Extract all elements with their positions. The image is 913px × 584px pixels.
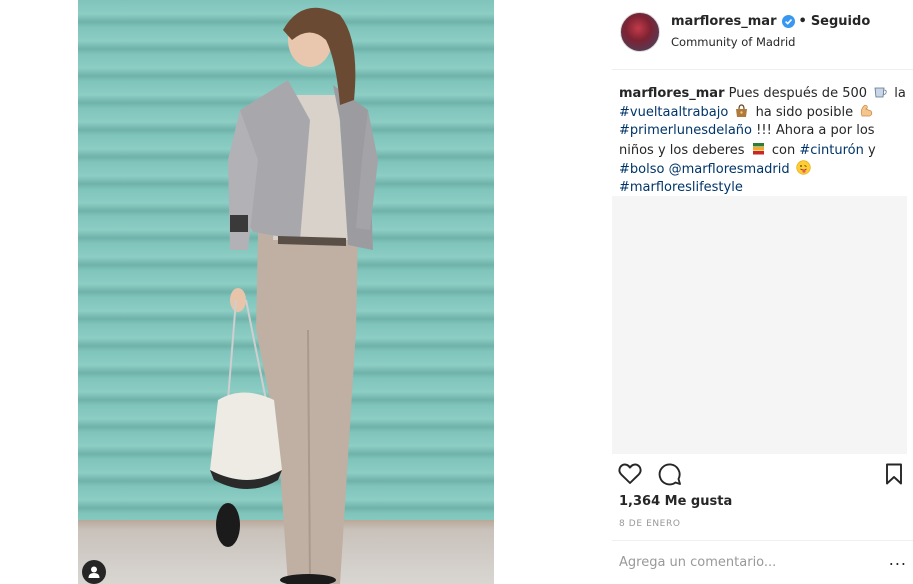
comment-bubble-icon[interactable]	[656, 460, 684, 488]
follow-status-button[interactable]: Seguido	[811, 14, 870, 29]
hashtag-link[interactable]: #bolso	[619, 162, 664, 177]
caption-text: Pues después de 500	[728, 86, 868, 101]
more-options-button[interactable]: ...	[889, 552, 907, 568]
flexed-biceps-emoji-icon	[861, 105, 873, 117]
header-user-row: marflores_mar • Seguido	[671, 14, 870, 29]
comment-bar: ...	[612, 540, 913, 584]
caption-text: con	[771, 142, 796, 158]
post-actions	[612, 458, 907, 490]
hashtag-link[interactable]: #vueltaaltrabajo	[619, 105, 728, 120]
post-header: marflores_mar • Seguido Community of Mad…	[612, 0, 913, 70]
post-caption: marflores_mar Pues después de 500 la #vu…	[619, 84, 907, 197]
header-username[interactable]: marflores_mar	[671, 14, 777, 29]
hashtag-link[interactable]: #cinturón	[799, 143, 863, 158]
caption-text: ha sido posible	[755, 105, 854, 121]
hashtag-link[interactable]: #marfloreslifestyle	[619, 180, 743, 195]
instagram-post-view: marflores_mar • Seguido Community of Mad…	[0, 0, 913, 584]
bookmark-icon[interactable]	[880, 460, 908, 488]
tongue-face-emoji-icon	[796, 160, 811, 175]
hashtag-link[interactable]: #primerlunesdelaño	[619, 123, 752, 138]
comments-area	[612, 196, 907, 454]
caption-text: la	[894, 86, 906, 101]
coffee-cup-emoji-icon	[874, 87, 887, 98]
likes-count[interactable]: 1,364 Me gusta	[619, 494, 732, 509]
comment-input[interactable]	[619, 555, 869, 570]
user-tag-icon[interactable]	[82, 560, 106, 584]
handbag-emoji-icon	[736, 104, 748, 118]
avatar[interactable]	[620, 12, 660, 52]
books-emoji-icon	[752, 142, 764, 155]
location-link[interactable]: Community of Madrid	[671, 35, 795, 49]
header-separator: •	[798, 14, 807, 29]
verified-badge-icon	[781, 15, 795, 28]
mention-link[interactable]: @marfloresmadrid	[669, 162, 790, 177]
photo-woman-figure	[210, 7, 378, 584]
post-date: 8 DE ENERO	[619, 519, 681, 529]
post-side-panel: marflores_mar • Seguido Community of Mad…	[612, 0, 913, 584]
heart-icon[interactable]	[616, 460, 644, 488]
caption-text: y	[867, 142, 876, 158]
caption-username[interactable]: marflores_mar	[619, 86, 725, 101]
post-photo[interactable]	[78, 0, 494, 584]
